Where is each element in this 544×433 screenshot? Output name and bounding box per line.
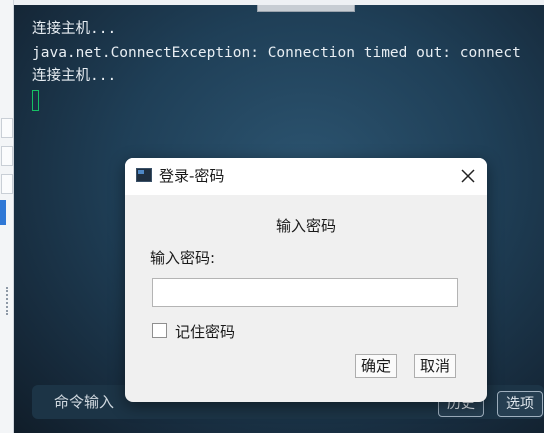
drop-down-tab[interactable]	[257, 5, 355, 12]
edge-control	[1, 118, 13, 138]
terminal-cursor	[32, 90, 39, 111]
terminal-line: 连接主机...	[32, 21, 117, 37]
login-password-dialog: 登录-密码 输入密码 输入密码: 记住密码 确定 取消	[125, 158, 487, 402]
options-button[interactable]: 选项	[497, 391, 543, 417]
edge-control	[1, 174, 13, 194]
password-field[interactable]	[152, 278, 458, 307]
terminal-icon	[136, 168, 152, 182]
password-label: 输入密码:	[150, 249, 216, 267]
remember-password-label[interactable]: 记住密码	[175, 321, 235, 342]
edge-control	[1, 146, 13, 166]
dialog-title: 登录-密码	[159, 167, 225, 185]
left-window-edge	[0, 0, 14, 433]
command-input-placeholder[interactable]: 命令输入	[54, 385, 114, 419]
terminal-lines: 连接主机... java.net.ConnectException: Conne…	[32, 18, 521, 89]
dialog-titlebar[interactable]: 登录-密码	[125, 158, 487, 195]
close-icon[interactable]	[459, 167, 477, 185]
ok-button[interactable]: 确定	[355, 354, 398, 378]
edge-selection-marker	[0, 200, 6, 225]
dialog-heading: 输入密码	[275, 217, 336, 235]
splitter-handle[interactable]	[6, 287, 10, 315]
terminal-line: 连接主机...	[32, 68, 117, 84]
remember-password-checkbox[interactable]	[152, 323, 167, 338]
terminal-line: java.net.ConnectException: Connection ti…	[32, 44, 521, 61]
cancel-button[interactable]: 取消	[414, 354, 457, 378]
